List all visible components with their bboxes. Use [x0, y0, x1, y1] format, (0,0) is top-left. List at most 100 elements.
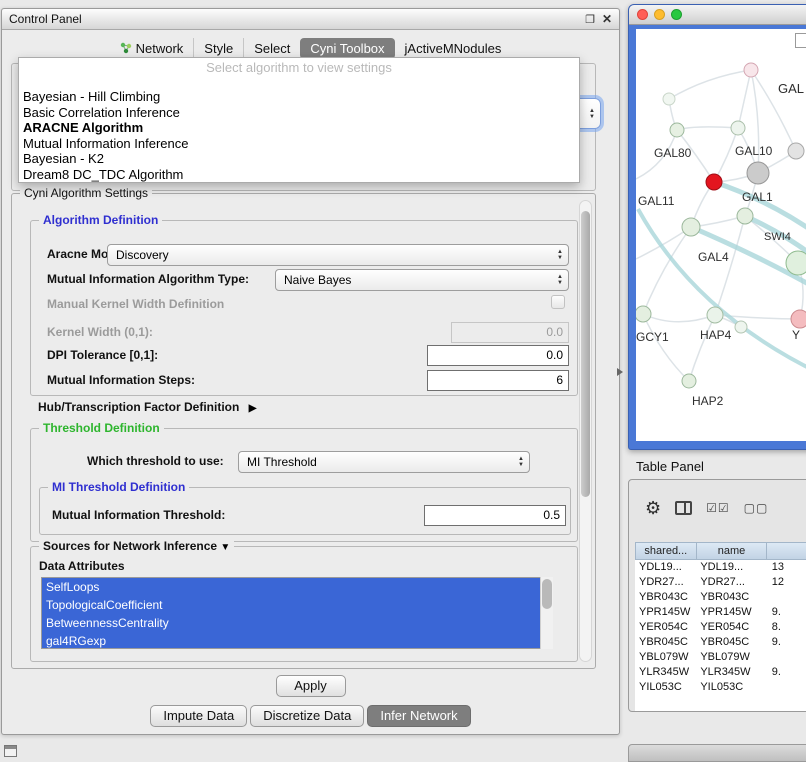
attribute-item[interactable]: TopologicalCoefficient [42, 596, 552, 614]
mi-threshold-field[interactable]: 0.5 [424, 505, 566, 526]
mi-algorithm-type-select[interactable]: Naive Bayes ▲▼ [275, 269, 569, 291]
sources-title[interactable]: Sources for Network Inference ▼ [39, 539, 234, 553]
hub-definition-expander[interactable]: Hub/Transcription Factor Definition ▶ [38, 400, 256, 414]
table-cell [768, 590, 806, 605]
scrollbar-thumb[interactable] [581, 211, 590, 497]
control-panel-title: Control Panel [9, 12, 82, 26]
attribute-item[interactable]: SelfLoops [42, 578, 552, 596]
table-row[interactable]: YBR043CYBR043C [635, 590, 806, 605]
network-node[interactable] [663, 93, 675, 105]
minimize-traffic-light-icon[interactable] [654, 9, 665, 20]
scrollbar-thumb[interactable] [542, 579, 552, 609]
table-body[interactable]: YDL19...YDL19...13YDR27...YDR27...12YBR0… [635, 560, 806, 711]
network-node-label: HAP2 [692, 394, 724, 408]
float-window-icon[interactable]: ❐ [585, 13, 595, 26]
table-cell: YBL079W [635, 650, 696, 665]
table-row[interactable]: YDR27...YDR27...12 [635, 575, 806, 590]
table-cell: YPR145W [696, 605, 767, 620]
manual-kernel-width-checkbox[interactable] [551, 295, 565, 309]
network-tab-icon [120, 42, 132, 54]
network-node-label: GAL80 [654, 146, 692, 160]
tab-jactivemnodules[interactable]: jActiveMNodules [395, 38, 512, 59]
network-node[interactable] [744, 63, 758, 77]
algorithm-option[interactable]: Mutual Information Inference [19, 136, 579, 152]
bottom-tab-infer-network[interactable]: Infer Network [367, 705, 470, 727]
algorithm-option[interactable]: Dream8 DC_TDC Algorithm [19, 167, 579, 183]
zoom-traffic-light-icon[interactable] [671, 9, 682, 20]
table-row[interactable]: YDL19...YDL19...13 [635, 560, 806, 575]
which-threshold-select[interactable]: MI Threshold ▲▼ [238, 451, 530, 473]
algorithm-dropdown-popup: Select algorithm to view settings Bayesi… [18, 57, 580, 183]
tab-style[interactable]: Style [193, 38, 243, 59]
network-node-label: SWI4 [764, 231, 791, 243]
deselect-columns-icon[interactable]: ▢▢ [744, 501, 769, 515]
column-header[interactable]: name [697, 543, 768, 559]
tab-cyni-toolbox[interactable]: Cyni Toolbox [300, 38, 394, 59]
aracne-mode-select[interactable]: Discovery ▲▼ [107, 244, 569, 266]
table-cell: YIL053C [696, 680, 767, 695]
table-row[interactable]: YBR045CYBR045C9. [635, 635, 806, 650]
network-node[interactable] [707, 307, 723, 323]
split-pane-handle-icon[interactable] [617, 368, 623, 376]
network-node[interactable] [731, 121, 745, 135]
tab-select[interactable]: Select [243, 38, 300, 59]
settings-scrollbar[interactable] [579, 200, 592, 662]
attributes-scrollbar[interactable] [540, 577, 553, 649]
table-row[interactable]: YPR145WYPR145W9. [635, 605, 806, 620]
algorithm-option[interactable]: Bayesian - K2 [19, 151, 579, 167]
network-node[interactable] [706, 174, 722, 190]
network-canvas[interactable]: GALGAL80GAL10GAL11GAL1SWI4GAL4GCY1HAP4YH… [636, 29, 806, 441]
close-icon[interactable]: ✕ [602, 12, 612, 26]
tab-label: jActiveMNodules [405, 41, 502, 56]
network-node[interactable] [747, 162, 769, 184]
columns-icon[interactable] [675, 501, 692, 515]
algorithm-option[interactable]: Basic Correlation Inference [19, 105, 579, 121]
network-node[interactable] [786, 251, 806, 275]
algorithm-option[interactable]: ARACNE Algorithm [19, 120, 579, 136]
mi-steps-field[interactable]: 6 [427, 370, 569, 391]
network-node[interactable] [682, 218, 700, 236]
network-graph[interactable]: GALGAL80GAL10GAL11GAL1SWI4GAL4GCY1HAP4YH… [636, 29, 806, 441]
collapsed-panel-bar[interactable] [628, 744, 806, 762]
apply-button[interactable]: Apply [276, 675, 346, 697]
network-window-titlebar[interactable] [629, 5, 806, 25]
network-node[interactable] [636, 306, 651, 322]
network-node[interactable] [682, 374, 696, 388]
attribute-item[interactable]: BetweennessCentrality [42, 614, 552, 632]
table-row[interactable]: YLR345WYLR345W9. [635, 665, 806, 680]
table-cell: YDL19... [635, 560, 696, 575]
control-panel-window: Control Panel ❐ ✕ NetworkStyleSelectCyni… [1, 8, 620, 735]
network-node[interactable] [735, 321, 747, 333]
combo-arrows-icon: ▲▼ [557, 274, 563, 286]
bottom-tabbar: Impute DataDiscretize DataInfer Network [2, 705, 619, 727]
expand-right-icon: ▶ [249, 403, 257, 414]
kernel-width-field[interactable]: 0.0 [451, 322, 569, 343]
network-node[interactable] [737, 208, 753, 224]
combo-arrows-icon: ▲▼ [589, 108, 595, 120]
column-header[interactable]: shared... [636, 543, 697, 559]
gear-icon[interactable]: ⚙ [645, 498, 661, 519]
table-panel-window: ⚙ ☑☑ ▢▢ shared...name YDL19...YDL19...13… [628, 479, 806, 712]
manual-kernel-width-label: Manual Kernel Width Definition [47, 297, 224, 311]
network-node[interactable] [791, 310, 806, 328]
data-attributes-list[interactable]: SelfLoopsTopologicalCoefficientBetweenne… [41, 577, 553, 649]
tab-network[interactable]: Network [110, 38, 194, 59]
algorithm-option[interactable]: Bayesian - Hill Climbing [19, 89, 579, 105]
collapse-down-icon: ▼ [220, 542, 230, 553]
network-node[interactable] [670, 123, 684, 137]
close-traffic-light-icon[interactable] [637, 9, 648, 20]
restore-panel-icon[interactable] [4, 745, 17, 757]
dpi-tolerance-field[interactable]: 0.0 [427, 345, 569, 366]
table-cell: YLR345W [635, 665, 696, 680]
bottom-tab-impute-data[interactable]: Impute Data [150, 705, 247, 727]
table-cell: YDL19... [696, 560, 767, 575]
network-node[interactable] [788, 143, 804, 159]
table-row[interactable]: YIL053CYIL053C [635, 680, 806, 695]
attribute-item[interactable]: gal4RGexp [42, 632, 552, 649]
table-row[interactable]: YER054CYER054C8. [635, 620, 806, 635]
table-row[interactable]: YBL079WYBL079W [635, 650, 806, 665]
bottom-tab-discretize-data[interactable]: Discretize Data [250, 705, 364, 727]
control-panel-titlebar[interactable]: Control Panel ❐ ✕ [2, 9, 619, 30]
column-header[interactable] [767, 543, 806, 559]
select-columns-icon[interactable]: ☑☑ [706, 501, 730, 515]
